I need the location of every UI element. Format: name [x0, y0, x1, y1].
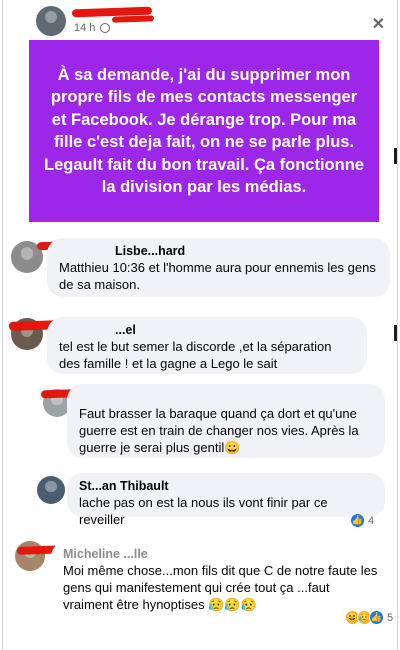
post-text-banner: À sa demande, j'ai du supprimer mon prop…	[29, 40, 379, 222]
comment-author[interactable]: Lisbe...hard	[59, 244, 378, 259]
globe-icon	[100, 23, 110, 33]
comment-author[interactable]: St...an Thibault	[79, 479, 373, 494]
post-card: 14 h ✕ À sa demande, j'ai du supprimer m…	[2, 0, 398, 650]
comment-text: Moi même chose...mon fils dit que C de n…	[63, 563, 378, 612]
scroll-edge-mark-2	[394, 325, 397, 341]
reaction-count: 5	[387, 611, 394, 624]
comment-bubble: Micheline ...lle Moi même chose...mon fi…	[51, 541, 391, 613]
comment-bubble: St...an Thibault lache pas on est la nou…	[67, 473, 385, 527]
scroll-edge-mark	[394, 148, 397, 164]
reaction-summary[interactable]: 👍 4	[350, 513, 374, 528]
comment-text: lache pas on est la nous ils vont finir …	[79, 495, 328, 527]
comment-author[interactable]: Micheline ...lle	[63, 547, 379, 562]
like-reaction-icon: 👍	[369, 610, 384, 625]
reaction-count: 4	[368, 514, 375, 527]
comment-bubble: Lisbe...hard Matthieu 10:36 et l'homme a…	[47, 238, 390, 297]
post-text: À sa demande, j'ai du supprimer mon prop…	[44, 65, 364, 197]
comment-author[interactable]	[79, 390, 373, 405]
redacted-author-name-2	[111, 15, 155, 23]
comment-text: Matthieu 10:36 et l'homme aura pour enne…	[59, 260, 376, 292]
post-header: 14 h	[36, 6, 366, 38]
comment-author[interactable]: ...el	[59, 323, 355, 338]
post-timestamp[interactable]: 14 h	[74, 22, 95, 34]
avatar[interactable]	[36, 6, 66, 36]
comment-avatar[interactable]	[37, 476, 65, 504]
comment-text: tel est le but semer la discorde ,et la …	[59, 339, 332, 371]
close-icon[interactable]: ✕	[372, 14, 385, 34]
like-reaction-icon: 👍	[350, 513, 365, 528]
comment-text: Faut brasser la baraque quand ça dort et…	[79, 406, 359, 455]
comment-bubble: ...el tel est le but semer la discorde ,…	[47, 317, 367, 374]
comment-bubble: Faut brasser la baraque quand ça dort et…	[67, 384, 385, 458]
reaction-summary[interactable]: 😆 😥 👍 5	[345, 610, 393, 625]
